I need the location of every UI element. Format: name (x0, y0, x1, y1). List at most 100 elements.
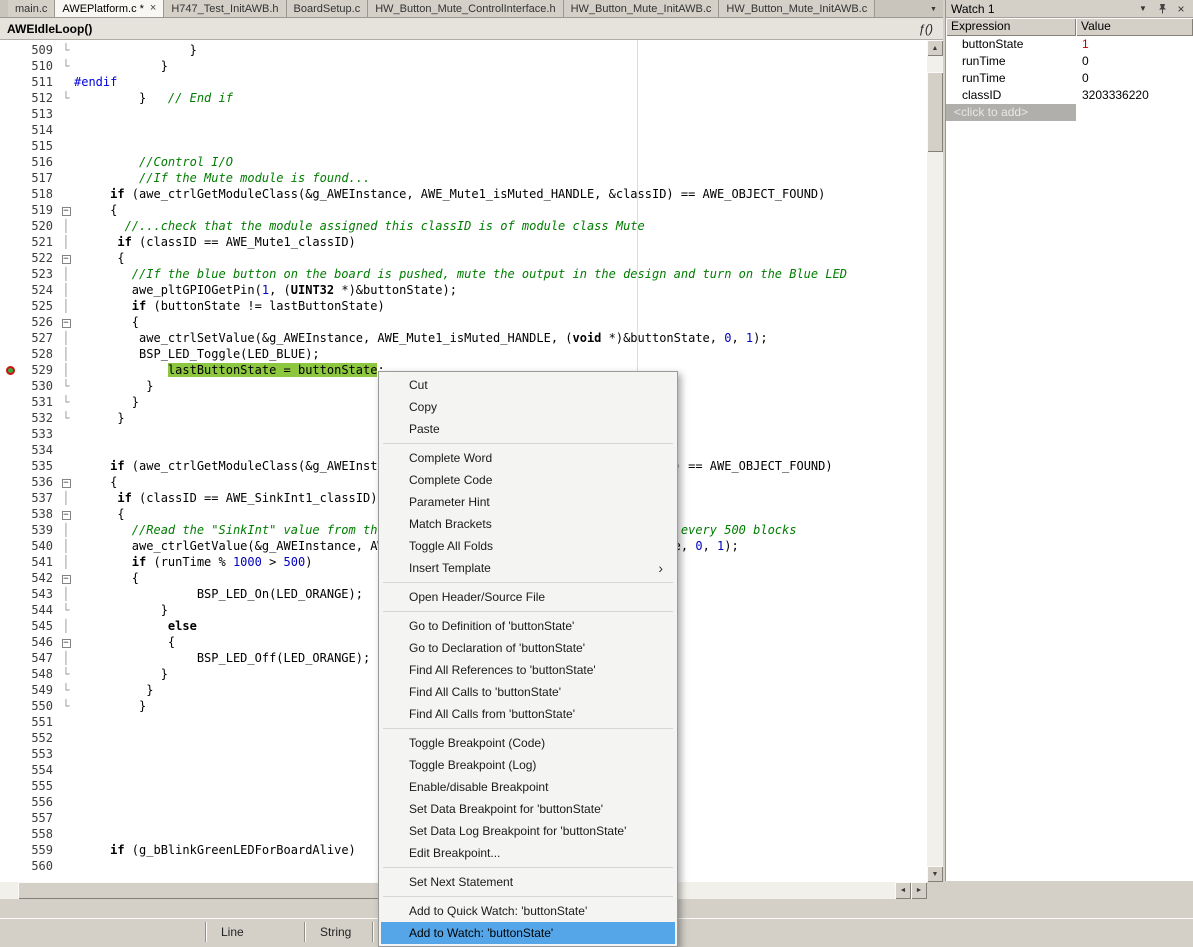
breakpoint-gutter[interactable] (0, 410, 20, 426)
watch-expression[interactable]: runTime (946, 53, 1076, 70)
watch-row[interactable]: runTime0 (946, 70, 1193, 87)
watch-row[interactable]: runTime0 (946, 53, 1193, 70)
breakpoint-gutter[interactable] (0, 746, 20, 762)
breakpoint-gutter[interactable] (0, 346, 20, 362)
breakpoint-gutter[interactable] (0, 666, 20, 682)
menu-item-enable-disable-breakpoint[interactable]: Enable/disable Breakpoint (381, 776, 675, 798)
breakpoint-gutter[interactable] (0, 298, 20, 314)
fold-gutter[interactable]: − (58, 202, 74, 218)
breakpoint-gutter[interactable] (0, 602, 20, 618)
fold-collapse-icon[interactable]: − (62, 575, 71, 584)
breakpoint-gutter[interactable] (0, 202, 20, 218)
breakpoint-gutter[interactable] (0, 858, 20, 874)
watch-expression[interactable]: buttonState (946, 36, 1076, 53)
fold-collapse-icon[interactable]: − (62, 255, 71, 264)
menu-item-paste[interactable]: Paste (381, 418, 675, 440)
tab-close-icon[interactable]: × (150, 3, 156, 14)
breakpoint-gutter[interactable] (0, 714, 20, 730)
menu-item-toggle-breakpoint-code[interactable]: Toggle Breakpoint (Code) (381, 732, 675, 754)
column-header-value[interactable]: Value (1076, 18, 1193, 36)
menu-item-toggle-all-folds[interactable]: Toggle All Folds (381, 535, 675, 557)
menu-item-find-all-calls-from-buttonstate[interactable]: Find All Calls from 'buttonState' (381, 703, 675, 725)
breakpoint-gutter[interactable] (0, 682, 20, 698)
tab-overflow-button[interactable]: ▼ (926, 2, 941, 16)
breakpoint-gutter[interactable] (0, 74, 20, 90)
scroll-left-button[interactable]: ◄ (895, 882, 911, 899)
fold-gutter[interactable]: − (58, 570, 74, 586)
menu-item-edit-breakpoint[interactable]: Edit Breakpoint... (381, 842, 675, 864)
vertical-scrollbar[interactable]: ▲ ▼ (927, 40, 943, 882)
breakpoint-gutter[interactable] (0, 218, 20, 234)
watch-row[interactable]: <click to add> (946, 104, 1193, 121)
breakpoint-gutter[interactable] (0, 122, 20, 138)
menu-item-copy[interactable]: Copy (381, 396, 675, 418)
breakpoint-gutter[interactable] (0, 506, 20, 522)
menu-item-match-brackets[interactable]: Match Brackets (381, 513, 675, 535)
breakpoint-gutter[interactable] (0, 42, 20, 58)
scroll-right-button[interactable]: ► (911, 882, 927, 899)
breakpoint-gutter[interactable] (0, 538, 20, 554)
breakpoint-gutter[interactable] (0, 778, 20, 794)
watch-row[interactable]: classID3203336220 (946, 87, 1193, 104)
fold-gutter[interactable]: − (58, 474, 74, 490)
menu-item-complete-word[interactable]: Complete Word (381, 447, 675, 469)
breakpoint-gutter[interactable] (0, 570, 20, 586)
breakpoint-gutter[interactable] (0, 250, 20, 266)
menu-item-insert-template[interactable]: Insert Template› (381, 557, 675, 579)
breakpoint-gutter[interactable] (0, 58, 20, 74)
breakpoint-gutter[interactable] (0, 426, 20, 442)
breakpoint-gutter[interactable] (0, 138, 20, 154)
menu-item-add-to-quick-watch-buttonstate[interactable]: Add to Quick Watch: 'buttonState' (381, 900, 675, 922)
breakpoint-gutter[interactable] (0, 698, 20, 714)
menu-item-set-data-breakpoint-for-buttonstate[interactable]: Set Data Breakpoint for 'buttonState' (381, 798, 675, 820)
menu-item-set-next-statement[interactable]: Set Next Statement (381, 871, 675, 893)
watch-close-button[interactable]: × (1174, 2, 1188, 16)
menu-item-find-all-references-to-buttonstate[interactable]: Find All References to 'buttonState' (381, 659, 675, 681)
breakpoint-gutter[interactable] (0, 842, 20, 858)
watch-row[interactable]: buttonState1 (946, 36, 1193, 53)
scroll-up-button[interactable]: ▲ (927, 40, 943, 56)
breakpoint-gutter[interactable] (0, 90, 20, 106)
breakpoint-gutter[interactable] (0, 154, 20, 170)
fold-collapse-icon[interactable]: − (62, 319, 71, 328)
tab-aweplatform-c[interactable]: AWEPlatform.c *× (55, 0, 164, 17)
vertical-scroll-track[interactable] (927, 56, 943, 866)
watch-add-row[interactable]: <click to add> (946, 104, 1076, 121)
tab-boardsetup-c[interactable]: BoardSetup.c (287, 0, 369, 17)
breakpoint-marker[interactable] (0, 362, 20, 378)
breakpoint-gutter[interactable] (0, 810, 20, 826)
fold-collapse-icon[interactable]: − (62, 479, 71, 488)
breakpoint-gutter[interactable] (0, 794, 20, 810)
menu-item-find-all-calls-to-buttonstate[interactable]: Find All Calls to 'buttonState' (381, 681, 675, 703)
tab-h747-test-initawb-h[interactable]: H747_Test_InitAWB.h (164, 0, 286, 17)
menu-item-set-data-log-breakpoint-for-buttonstate[interactable]: Set Data Log Breakpoint for 'buttonState… (381, 820, 675, 842)
fold-collapse-icon[interactable]: − (62, 511, 71, 520)
fold-gutter[interactable]: − (58, 506, 74, 522)
breakpoint-gutter[interactable] (0, 554, 20, 570)
watch-menu-button[interactable]: ▼ (1136, 2, 1150, 16)
breakpoint-gutter[interactable] (0, 826, 20, 842)
menu-item-parameter-hint[interactable]: Parameter Hint (381, 491, 675, 513)
fold-collapse-icon[interactable]: − (62, 207, 71, 216)
breakpoint-gutter[interactable] (0, 458, 20, 474)
tab-hw-button-mute-initawb-c[interactable]: HW_Button_Mute_InitAWB.c (719, 0, 875, 17)
breakpoint-gutter[interactable] (0, 650, 20, 666)
vertical-scroll-thumb[interactable] (927, 72, 943, 152)
tab-hw-button-mute-controlinterface-h[interactable]: HW_Button_Mute_ControlInterface.h (368, 0, 563, 17)
breakpoint-gutter[interactable] (0, 618, 20, 634)
watch-expression[interactable]: runTime (946, 70, 1076, 87)
scroll-down-button[interactable]: ▼ (927, 866, 943, 882)
menu-item-complete-code[interactable]: Complete Code (381, 469, 675, 491)
breakpoint-gutter[interactable] (0, 474, 20, 490)
breakpoint-gutter[interactable] (0, 522, 20, 538)
fold-gutter[interactable]: − (58, 634, 74, 650)
menu-item-toggle-breakpoint-log[interactable]: Toggle Breakpoint (Log) (381, 754, 675, 776)
breakpoint-gutter[interactable] (0, 762, 20, 778)
breakpoint-gutter[interactable] (0, 282, 20, 298)
fold-collapse-icon[interactable]: − (62, 639, 71, 648)
column-header-expression[interactable]: Expression (946, 18, 1076, 36)
watch-expression[interactable]: classID (946, 87, 1076, 104)
breakpoint-gutter[interactable] (0, 730, 20, 746)
breakpoint-gutter[interactable] (0, 330, 20, 346)
breakpoint-gutter[interactable] (0, 490, 20, 506)
